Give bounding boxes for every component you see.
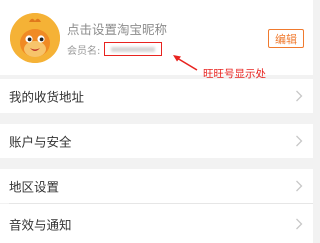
member-name-row: 会员名:	[67, 42, 163, 57]
edit-button[interactable]: 编辑	[268, 29, 304, 48]
menu-item-shipping-address[interactable]: 我的收货地址	[0, 79, 313, 113]
chevron-right-icon	[296, 180, 303, 192]
member-name-value	[111, 46, 156, 52]
menu-item-label: 音效与通知	[9, 217, 72, 232]
menu-item-region-settings[interactable]: 地区设置	[0, 169, 313, 203]
member-name-highlight-box	[104, 42, 163, 56]
chevron-right-icon	[296, 135, 303, 147]
chevron-right-icon	[296, 218, 303, 229]
chevron-right-icon	[296, 90, 303, 102]
menu-item-account-security[interactable]: 账户与安全	[0, 124, 313, 158]
member-name-label: 会员名:	[67, 45, 101, 57]
mascot-avatar-icon	[10, 13, 60, 63]
menu-item-label: 我的收货地址	[9, 89, 85, 105]
profile-header[interactable]: 点击设置淘宝昵称 会员名: 编辑	[0, 0, 313, 75]
menu-item-sound-notifications[interactable]: 音效与通知	[0, 204, 313, 243]
menu-item-label: 账户与安全	[9, 134, 72, 150]
menu-item-label: 地区设置	[9, 179, 60, 195]
avatar[interactable]	[10, 13, 60, 63]
nickname-prompt[interactable]: 点击设置淘宝昵称	[67, 19, 167, 38]
